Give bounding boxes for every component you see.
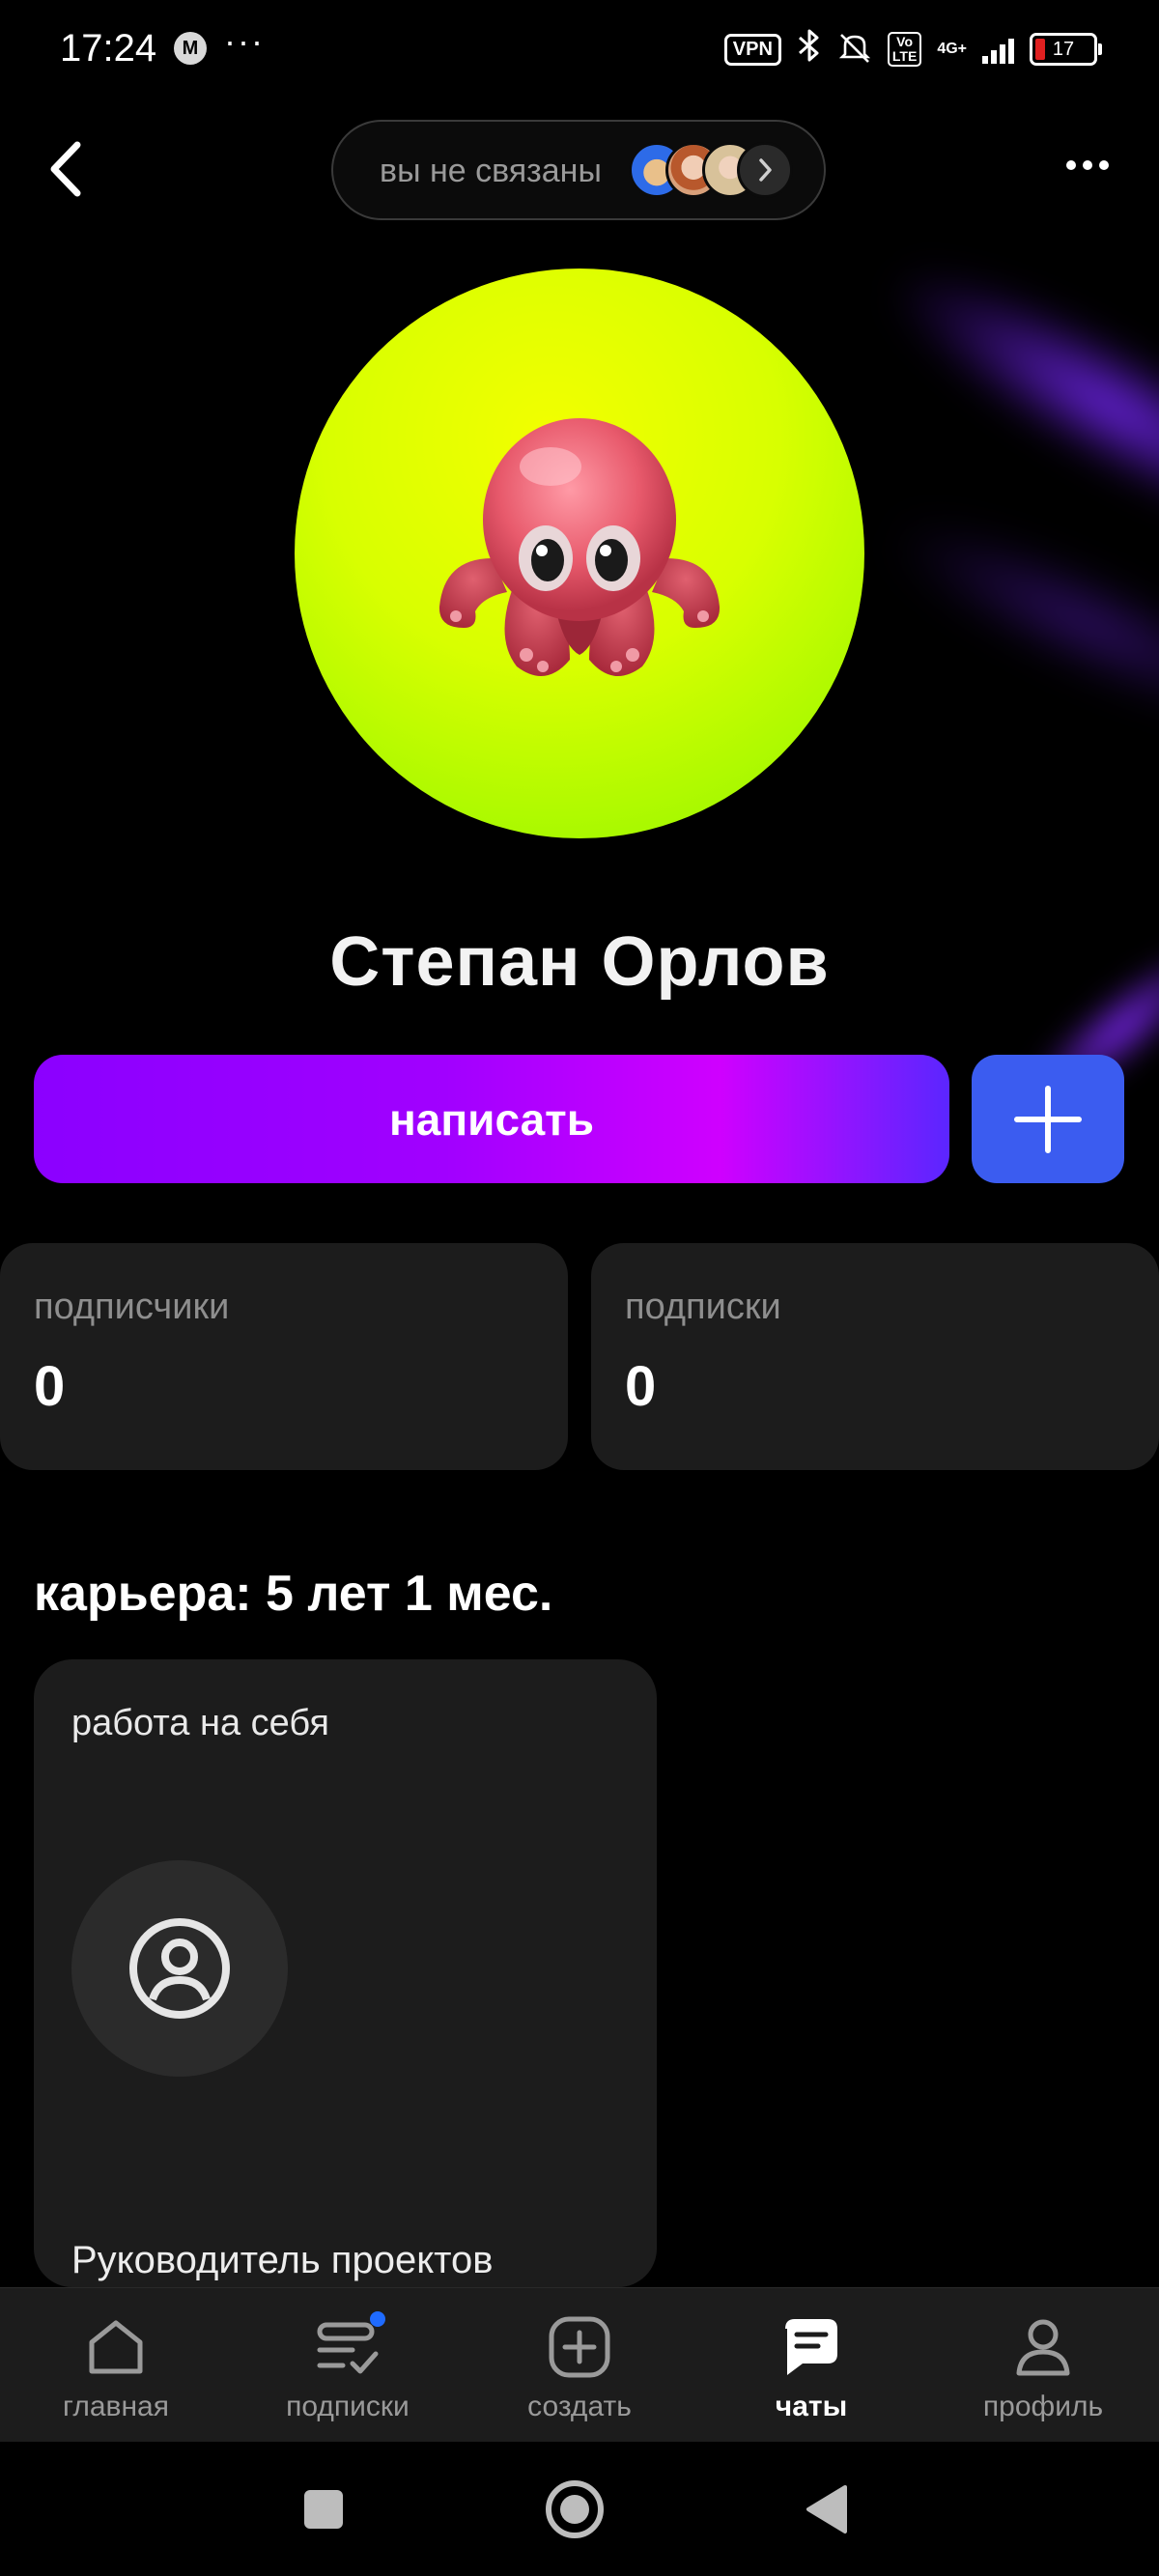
write-message-button[interactable]: написать <box>34 1055 949 1183</box>
home-icon <box>82 2313 150 2381</box>
following-label: подписки <box>625 1287 781 1327</box>
job-company: работа на себя <box>71 1703 329 1743</box>
tab-subscriptions[interactable]: подписки <box>232 2288 464 2443</box>
status-time: 17:24 <box>60 27 157 70</box>
chevron-left-icon <box>50 141 81 197</box>
connection-text: вы не связаны <box>380 153 602 189</box>
volte-icon: Vo LTE <box>887 32 922 67</box>
battery-icon: 17 <box>1030 33 1102 66</box>
network-type-icon: 4G+ <box>937 41 967 57</box>
dot <box>1066 160 1076 170</box>
career-job-card[interactable]: работа на себя Руководитель проектов <box>34 1659 657 2287</box>
profile-avatar[interactable] <box>295 269 864 838</box>
dot <box>1083 160 1092 170</box>
mute-bell-icon <box>837 31 872 69</box>
tab-label: создать <box>527 2391 632 2422</box>
bottom-tab-bar: главная подписки создать чаты профиль <box>0 2287 1159 2443</box>
recents-button[interactable] <box>280 2466 367 2553</box>
tab-chats[interactable]: чаты <box>695 2288 927 2443</box>
triangle-back-icon <box>806 2485 847 2534</box>
notification-dot <box>370 2311 385 2327</box>
system-navigation-bar <box>0 2442 1159 2576</box>
mutual-avatars <box>629 142 793 200</box>
signal-icon <box>982 35 1014 64</box>
chevron-right-icon <box>737 142 793 198</box>
tab-label: подписки <box>286 2391 410 2422</box>
more-notifications-icon: ··· <box>224 21 265 61</box>
plus-icon <box>1014 1085 1082 1153</box>
company-logo <box>71 1860 288 2077</box>
battery-level: 17 <box>1052 38 1075 60</box>
vpn-icon: VPN <box>723 33 781 66</box>
tab-create[interactable]: создать <box>464 2288 695 2443</box>
dot <box>1099 160 1109 170</box>
chat-icon <box>777 2313 845 2381</box>
home-button[interactable] <box>531 2466 618 2553</box>
profile-name: Степан Орлов <box>329 923 830 1001</box>
back-system-button[interactable] <box>782 2466 869 2553</box>
following-count: 0 <box>625 1355 657 1418</box>
background-glow <box>871 492 1159 754</box>
job-role: Руководитель проектов <box>71 2239 494 2281</box>
person-icon <box>1009 2313 1077 2381</box>
plus-square-icon <box>546 2313 613 2381</box>
status-right-group: VPN Vo LTE 4G+ 17 <box>723 29 1102 70</box>
followers-count: 0 <box>34 1355 66 1418</box>
tab-label: чаты <box>775 2391 848 2422</box>
following-card[interactable]: подписки 0 <box>591 1243 1159 1470</box>
tab-profile[interactable]: профиль <box>927 2288 1159 2443</box>
circle-home-icon <box>546 2480 604 2538</box>
connection-status-pill[interactable]: вы не связаны <box>331 120 826 220</box>
messenger-app-icon: M <box>174 32 207 65</box>
career-title: карьера: 5 лет 1 мес. <box>34 1566 553 1622</box>
tab-home[interactable]: главная <box>0 2288 232 2443</box>
followers-label: подписчики <box>34 1287 230 1327</box>
subscriptions-icon <box>314 2311 385 2381</box>
square-icon <box>304 2490 343 2529</box>
more-options-button[interactable] <box>1066 160 1109 170</box>
add-contact-button[interactable] <box>972 1055 1124 1183</box>
bluetooth-icon <box>797 29 822 70</box>
person-circle-icon <box>129 1918 230 2019</box>
tab-label: профиль <box>982 2391 1104 2422</box>
tab-label: главная <box>63 2391 169 2422</box>
back-button[interactable] <box>39 135 97 203</box>
octopus-icon <box>438 418 721 676</box>
followers-card[interactable]: подписчики 0 <box>0 1243 568 1470</box>
